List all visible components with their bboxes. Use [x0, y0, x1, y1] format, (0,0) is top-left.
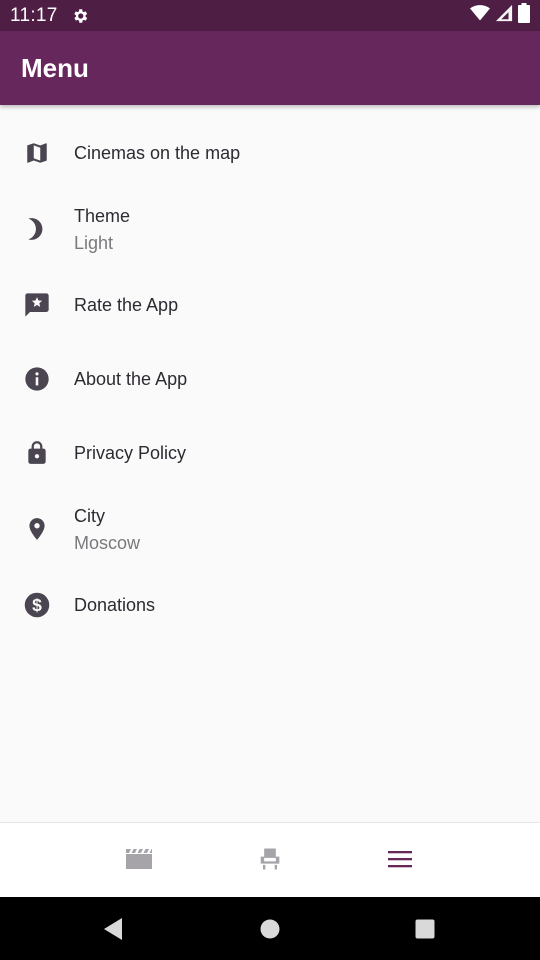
dollar-icon: $ [22, 590, 52, 620]
status-bar: 11:17 [0, 0, 540, 31]
info-icon [22, 364, 52, 394]
tab-menu[interactable] [382, 843, 418, 879]
menu-item-donations[interactable]: $ Donations [0, 569, 540, 641]
home-icon[interactable] [255, 914, 285, 944]
lock-icon [22, 438, 52, 468]
map-icon [22, 138, 52, 168]
menu-item-label: Donations [74, 595, 156, 615]
menu-item-rate-app[interactable]: Rate the App [0, 269, 540, 341]
cinema-seat-icon [256, 845, 284, 878]
wifi-icon [470, 4, 490, 27]
menu-item-theme[interactable]: Theme Light [0, 193, 540, 265]
menu-item-city[interactable]: City Moscow [0, 493, 540, 565]
menu-item-label: Cinemas on the map [74, 143, 241, 163]
tab-cinemas[interactable] [252, 843, 288, 879]
menu-hamburger-icon [387, 849, 413, 874]
signal-icon [495, 4, 513, 27]
menu-item-label: About the App [74, 369, 188, 389]
app-bar: Menu [0, 31, 540, 105]
recents-icon[interactable] [410, 914, 440, 944]
back-icon[interactable] [98, 914, 128, 944]
menu-item-about-app[interactable]: About the App [0, 343, 540, 415]
menu-item-value: Moscow [74, 532, 141, 553]
location-pin-icon [22, 514, 52, 544]
svg-text:$: $ [32, 595, 42, 615]
menu-item-cinemas-map[interactable]: Cinemas on the map [0, 117, 540, 189]
tab-movies[interactable] [121, 843, 157, 879]
movie-clapper-icon [125, 847, 153, 876]
menu-item-label: City [74, 505, 105, 526]
bottom-navigation [0, 822, 540, 897]
menu-item-label: Theme [74, 205, 131, 226]
menu-item-label: Rate the App [74, 295, 179, 315]
status-time: 11:17 [10, 4, 58, 26]
menu-item-label: Privacy Policy [74, 443, 187, 463]
page-title: Menu [21, 52, 89, 83]
settings-gear-icon [71, 7, 89, 25]
menu-item-privacy-policy[interactable]: Privacy Policy [0, 417, 540, 489]
menu-item-value: Light [74, 232, 114, 253]
rate-star-icon [22, 290, 52, 320]
moon-icon [22, 214, 52, 244]
battery-icon [518, 3, 530, 28]
system-navigation-bar [0, 897, 540, 960]
